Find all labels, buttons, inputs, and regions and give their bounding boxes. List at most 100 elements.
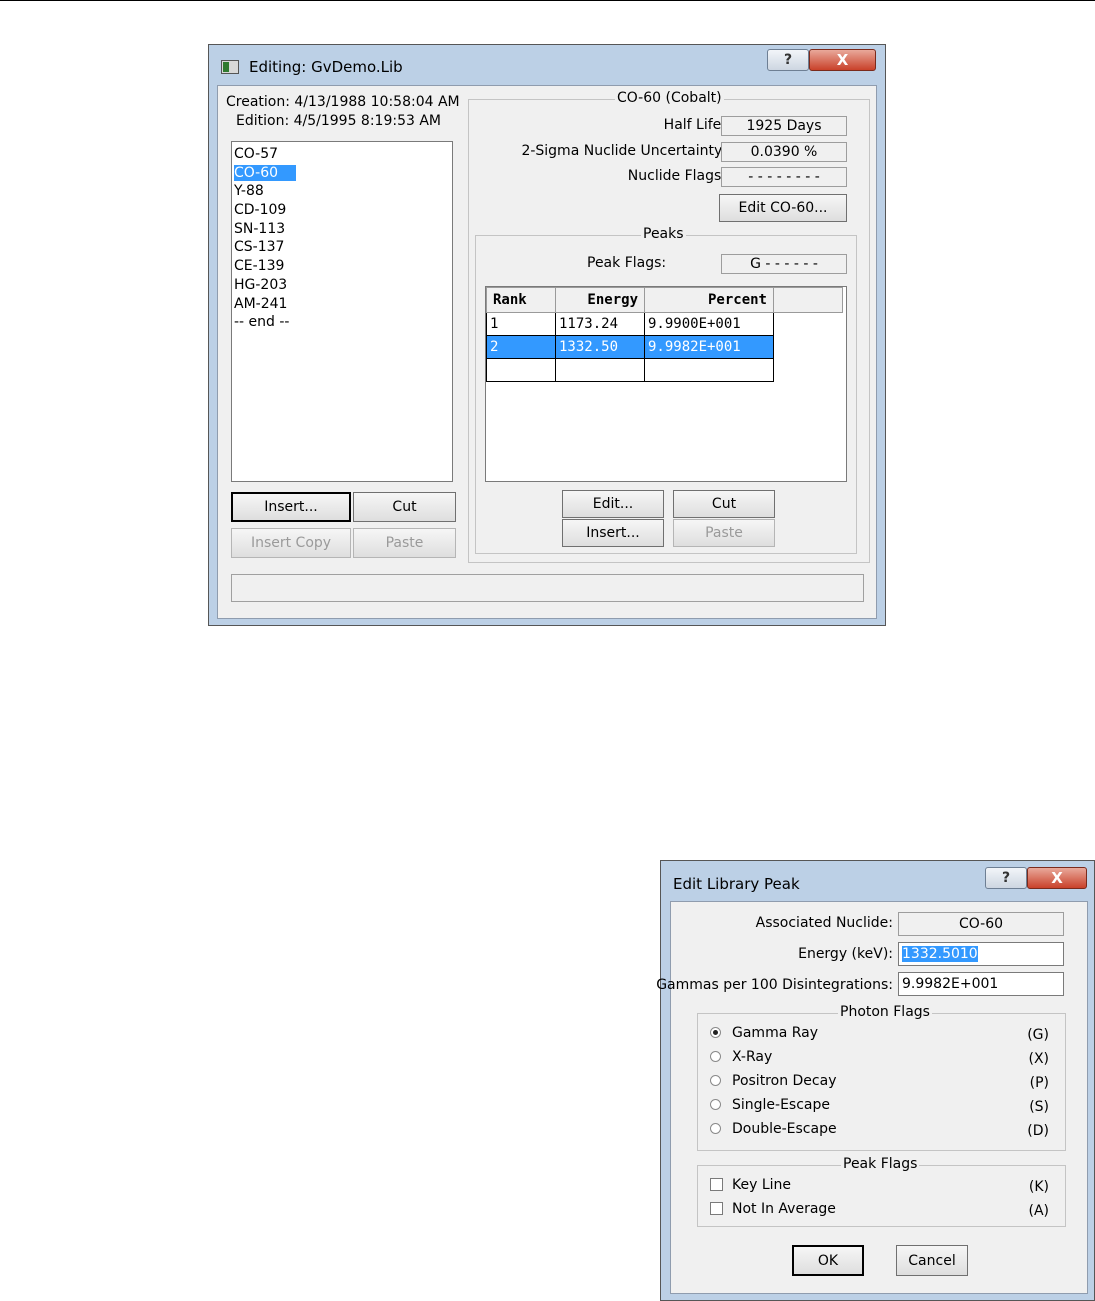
window-title: Editing: GvDemo.Lib [249, 58, 403, 76]
gammas-label: Gammas per 100 Disintegrations: [656, 977, 893, 993]
insert-peak-button[interactable]: Insert... [562, 519, 664, 547]
peak-flags-caption: Peak Flags [841, 1156, 920, 1172]
edition-date: Edition: 4/5/1995 8:19:53 AM [236, 113, 442, 129]
peaks-group: Peaks Peak Flags: G - - - - - - Rank Ene… [475, 226, 857, 554]
photon-flags-caption: Photon Flags [838, 1004, 932, 1020]
help-button[interactable]: ? [767, 49, 809, 71]
half-life-label: Half Life: [663, 117, 726, 133]
x-ray-radio[interactable] [710, 1051, 721, 1062]
list-item-label: CE-139 [234, 258, 285, 275]
insert-nuclide-button[interactable]: Insert... [231, 492, 351, 522]
insert-copy-button[interactable]: Insert Copy [231, 528, 351, 558]
single-escape-radio[interactable] [710, 1099, 721, 1110]
table-row[interactable] [486, 358, 843, 382]
paste-peak-button[interactable]: Paste [673, 519, 775, 547]
uncertainty-label: 2-Sigma Nuclide Uncertainty: [521, 143, 726, 159]
cut-nuclide-button[interactable]: Cut [353, 492, 456, 522]
paste-nuclide-button[interactable]: Paste [353, 528, 456, 558]
list-item[interactable]: SN-113 [232, 220, 452, 239]
positron-decay-radio[interactable] [710, 1075, 721, 1086]
positron-decay-code: (P) [1029, 1075, 1049, 1091]
rank-cell[interactable] [486, 358, 556, 382]
column-header-percent[interactable]: Percent [644, 287, 774, 313]
key-line-code: (K) [1028, 1179, 1049, 1195]
list-item[interactable]: AM-241 [232, 295, 452, 314]
double-escape-label[interactable]: Double-Escape [732, 1121, 837, 1137]
list-item-label: SN-113 [234, 220, 286, 237]
peaks-grid[interactable]: Rank Energy Percent 1 1173.24 9.9900E+00… [485, 286, 847, 482]
page-top-rule [0, 0, 1095, 1]
edit-peak-button[interactable]: Edit... [562, 490, 664, 518]
energy-label: Energy (keV): [798, 946, 893, 962]
photon-flags-group: Photon Flags Gamma Ray (G) X-Ray (X) Pos… [697, 1004, 1066, 1151]
not-in-average-checkbox[interactable] [710, 1202, 723, 1215]
edit-nuclide-button[interactable]: Edit CO-60... [719, 194, 847, 222]
energy-cell[interactable]: 1173.24 [555, 312, 645, 336]
gammas-input[interactable]: 9.9982E+001 [898, 972, 1064, 996]
gamma-ray-code: (G) [1027, 1027, 1049, 1043]
list-item-label: CO-60 [234, 164, 297, 181]
percent-cell[interactable]: 9.9900E+001 [644, 312, 774, 336]
nuclide-flags-value: - - - - - - - - [721, 167, 847, 187]
edit-library-peak-dialog: Edit Library Peak ? X Associated Nuclide… [656, 860, 1095, 1301]
half-life-value: 1925 Days [721, 116, 847, 136]
x-ray-label[interactable]: X-Ray [732, 1049, 772, 1065]
library-editor-window: Editing: GvDemo.Lib ? X Creation: 4/13/1… [208, 44, 886, 626]
list-item[interactable]: CE-139 [232, 257, 452, 276]
status-bar [231, 574, 864, 602]
list-item[interactable]: HG-203 [232, 276, 452, 295]
percent-cell[interactable] [644, 358, 774, 382]
not-in-average-label[interactable]: Not In Average [732, 1201, 836, 1217]
peak-flags-group: Peak Flags Key Line (K) Not In Average (… [697, 1156, 1066, 1227]
peaks-group-caption: Peaks [641, 226, 686, 242]
nuclide-details-group: CO-60 (Cobalt) Half Life: 1925 Days 2-Si… [468, 90, 870, 563]
list-item[interactable]: CD-109 [232, 201, 452, 220]
percent-cell[interactable]: 9.9982E+001 [644, 335, 774, 359]
double-escape-radio[interactable] [710, 1123, 721, 1134]
positron-decay-label[interactable]: Positron Decay [732, 1073, 836, 1089]
list-item[interactable]: CO-60 [232, 164, 452, 183]
gamma-ray-radio[interactable] [710, 1027, 721, 1038]
list-item-label: CS-137 [234, 239, 285, 256]
nuclide-list[interactable]: CO-57 CO-60 Y-88 CD-109 SN-113 CS-137 CE-139 HG… [231, 141, 453, 482]
table-row[interactable]: 1 1173.24 9.9900E+001 [486, 312, 843, 336]
table-row[interactable]: 2 1332.50 9.9982E+001 [486, 335, 843, 359]
cancel-button[interactable]: Cancel [896, 1245, 968, 1276]
peak-flags-value: G - - - - - - [721, 254, 847, 274]
not-in-average-code: (A) [1028, 1203, 1049, 1219]
help-button[interactable]: ? [985, 867, 1027, 889]
rank-cell[interactable]: 2 [486, 335, 556, 359]
list-item-label: AM-241 [234, 295, 288, 312]
key-line-label[interactable]: Key Line [732, 1177, 791, 1193]
associated-nuclide-value: CO-60 [898, 912, 1064, 936]
single-escape-code: (S) [1029, 1099, 1049, 1115]
app-icon [221, 60, 239, 74]
list-item[interactable]: CS-137 [232, 238, 452, 257]
creation-date: Creation: 4/13/1988 10:58:04 AM [226, 94, 460, 110]
list-item[interactable]: Y-88 [232, 182, 452, 201]
nuclide-group-caption: CO-60 (Cobalt) [615, 90, 724, 106]
associated-nuclide-label: Associated Nuclide: [755, 915, 893, 931]
gamma-ray-label[interactable]: Gamma Ray [732, 1025, 818, 1041]
energy-input[interactable]: 1332.5010 [898, 942, 1064, 966]
energy-cell[interactable] [555, 358, 645, 382]
key-line-checkbox[interactable] [710, 1178, 723, 1191]
cut-peak-button[interactable]: Cut [673, 490, 775, 518]
close-button[interactable]: X [809, 49, 876, 71]
single-escape-label[interactable]: Single-Escape [732, 1097, 830, 1113]
list-item-label: HG-203 [234, 276, 288, 293]
ok-button[interactable]: OK [792, 1245, 864, 1276]
nuclide-flags-label: Nuclide Flags: [627, 168, 726, 184]
list-item[interactable]: -- end -- [232, 313, 452, 332]
close-button[interactable]: X [1027, 867, 1087, 889]
peaks-grid-header: Rank Energy Percent [486, 287, 843, 313]
list-item-label: CD-109 [234, 202, 287, 219]
double-escape-code: (D) [1027, 1123, 1049, 1139]
energy-cell[interactable]: 1332.50 [555, 335, 645, 359]
dialog-client-area: Associated Nuclide: CO-60 Energy (keV): … [656, 901, 1088, 1294]
list-item[interactable]: CO-57 [232, 145, 452, 164]
rank-cell[interactable]: 1 [486, 312, 556, 336]
x-ray-code: (X) [1028, 1051, 1049, 1067]
column-header-energy[interactable]: Energy [555, 287, 645, 313]
column-header-rank[interactable]: Rank [486, 287, 556, 313]
